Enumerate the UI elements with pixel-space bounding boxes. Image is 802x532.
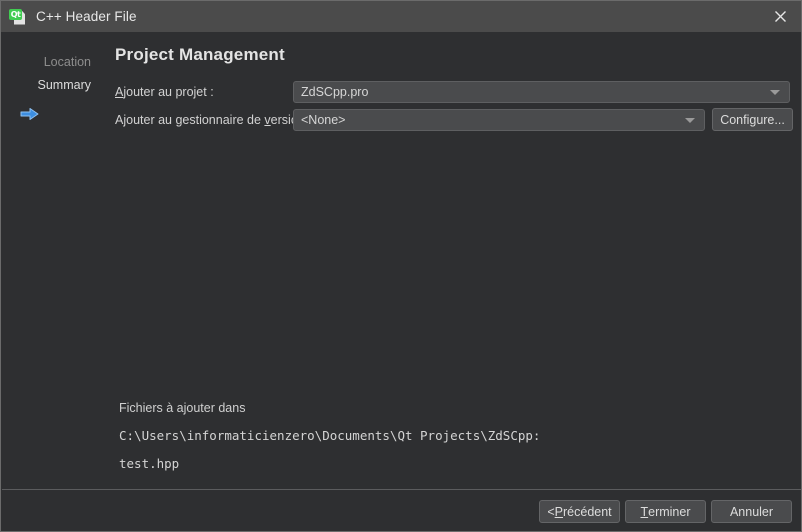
back-button-prefix: < bbox=[547, 504, 555, 519]
label-add-to-project: Ajouter au projet : bbox=[115, 85, 214, 99]
sidebar-item-label: Location bbox=[43, 55, 91, 69]
back-button-suffix: récédent bbox=[563, 504, 612, 519]
title-bar: Qt C++ Header File bbox=[1, 1, 801, 32]
back-button-accelerator: P bbox=[554, 504, 563, 519]
label-add-to-version-control: Ajouter au gestionnaire de version : bbox=[115, 113, 312, 127]
label-suffix: jouter au projet : bbox=[123, 85, 214, 99]
qt-logo-badge: Qt bbox=[9, 8, 22, 20]
qt-header-file-icon: Qt bbox=[9, 8, 27, 26]
sidebar-item-summary[interactable]: Summary bbox=[38, 76, 91, 94]
files-target-path: C:\Users\informaticienzero\Documents\Qt … bbox=[119, 428, 541, 443]
dialog-footer: < Précédent Terminer Annuler bbox=[1, 490, 801, 531]
wizard-dialog-window: Qt C++ Header File Location Summary Proj… bbox=[0, 0, 802, 532]
cancel-button-prefix: Annuler bbox=[729, 504, 774, 519]
configure-button[interactable]: Configure... bbox=[712, 108, 793, 131]
close-icon bbox=[774, 10, 787, 23]
finish-button-suffix: erminer bbox=[648, 504, 691, 519]
configure-button-label: Configure... bbox=[720, 112, 785, 127]
project-combobox[interactable]: ZdSCpp.pro bbox=[293, 81, 790, 103]
back-button[interactable]: < Précédent bbox=[539, 500, 620, 523]
cancel-button[interactable]: Annuler bbox=[711, 500, 792, 523]
files-to-add-heading: Fichiers à ajouter dans bbox=[119, 401, 246, 415]
blue-right-arrow-icon bbox=[20, 107, 40, 121]
sidebar-item-label: Summary bbox=[37, 78, 91, 92]
close-button[interactable] bbox=[757, 1, 801, 32]
version-control-combobox-value: <None> bbox=[301, 113, 346, 127]
chevron-down-icon bbox=[770, 90, 780, 95]
sidebar-item-location[interactable]: Location bbox=[44, 53, 91, 71]
page-title: Project Management bbox=[115, 45, 285, 64]
version-control-combobox[interactable]: <None> bbox=[293, 109, 705, 131]
files-list-item: test.hpp bbox=[119, 456, 180, 471]
window-title: C++ Header File bbox=[36, 9, 137, 24]
chevron-down-icon bbox=[685, 118, 695, 123]
finish-button[interactable]: Terminer bbox=[625, 500, 706, 523]
project-combobox-value: ZdSCpp.pro bbox=[301, 85, 369, 99]
label-prefix: Ajouter au gestionnaire de bbox=[115, 113, 265, 127]
wizard-page-content: Project Management Ajouter au projet : Z… bbox=[99, 32, 801, 489]
finish-button-accelerator: T bbox=[640, 504, 649, 519]
wizard-sidebar: Location Summary bbox=[1, 32, 99, 489]
